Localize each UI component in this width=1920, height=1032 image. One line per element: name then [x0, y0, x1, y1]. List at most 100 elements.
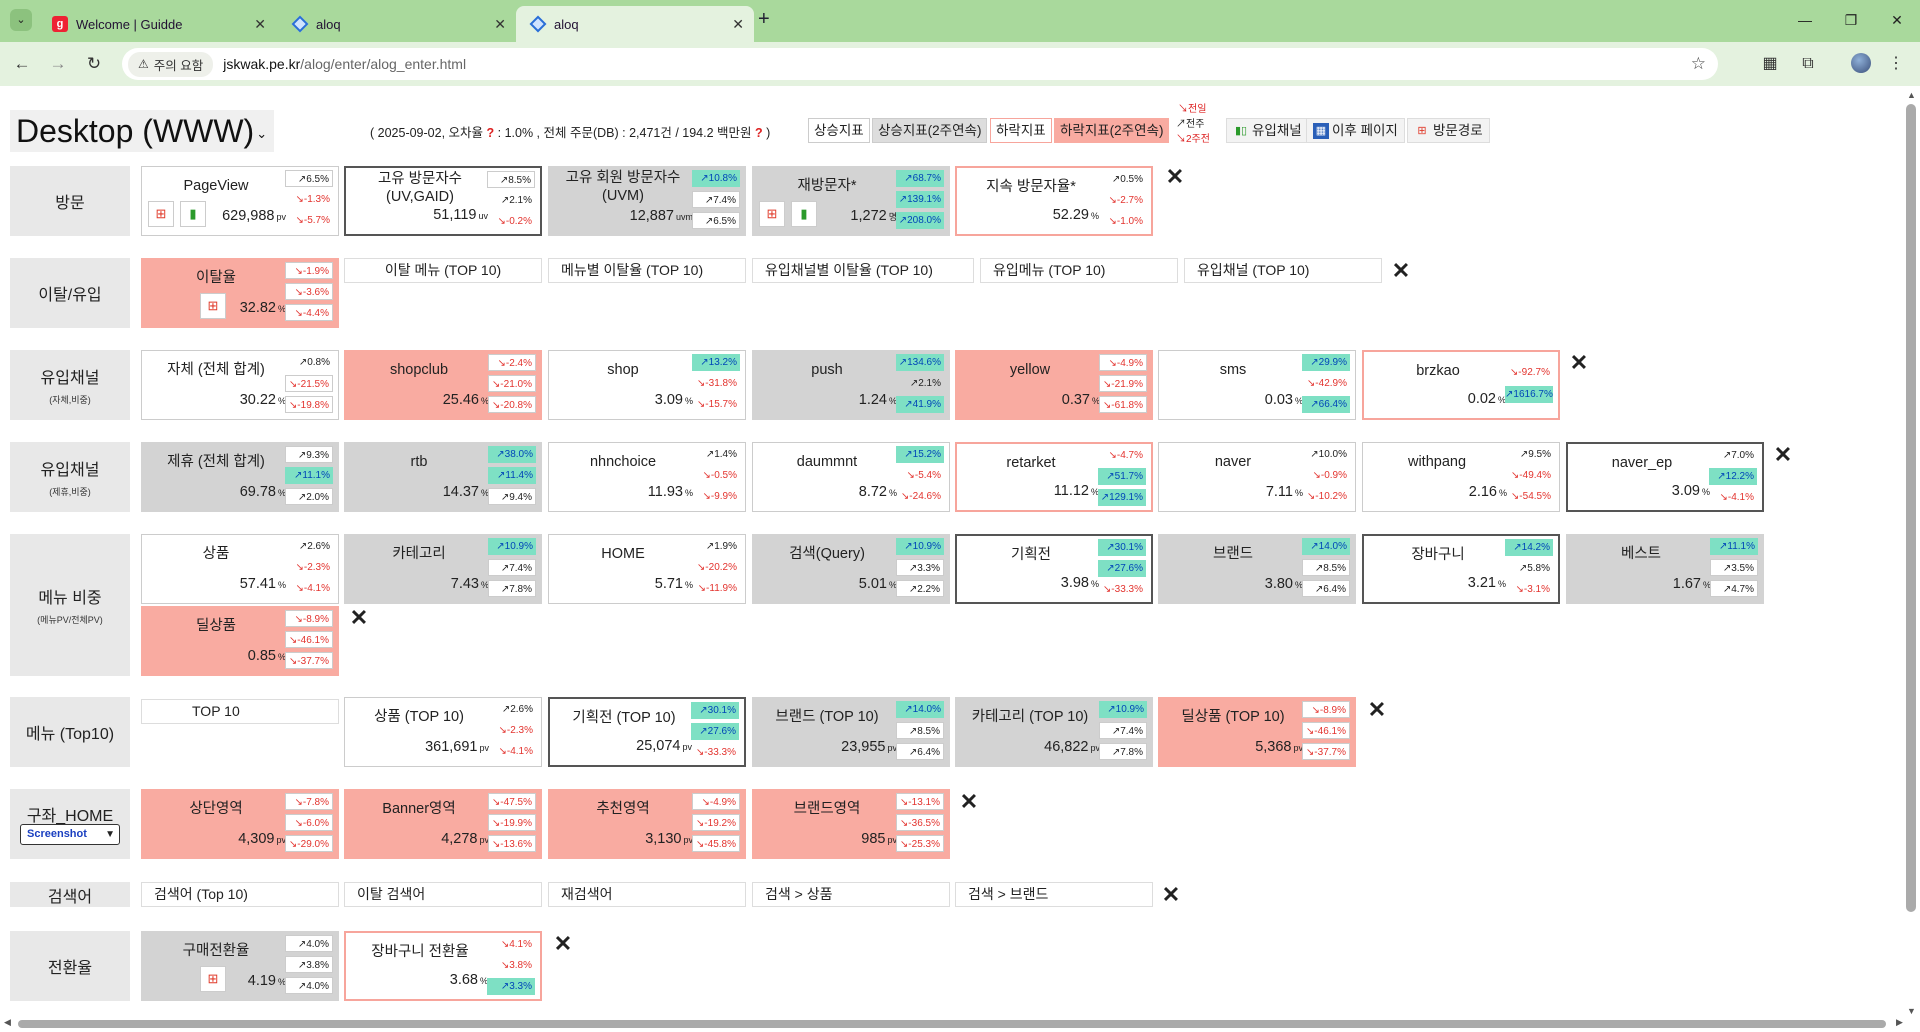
filter-rising[interactable]: 상승지표 [808, 118, 870, 143]
tab-guidde[interactable]: g Welcome | Guidde ✕ [38, 6, 276, 42]
metric-card[interactable]: nhnchoice 11.93% ↗1.4% ↘-0.5% ↘-9.9% [548, 442, 746, 512]
close-row-channel-self-icon[interactable]: ✕ [1568, 352, 1590, 374]
metric-card[interactable]: 장바구니 전환율 3.68% ↘4.1% ↘3.8% ↗3.3% [344, 931, 542, 1001]
close-row-menu-share-icon[interactable]: ✕ [348, 607, 370, 629]
close-tab-icon[interactable]: ✕ [494, 16, 506, 33]
page-title-select[interactable]: Desktop (WWW) ⌄ [10, 110, 274, 152]
link-search-top10[interactable]: 검색어 (Top 10) [141, 882, 339, 907]
help-icon[interactable]: ? [487, 126, 495, 140]
filter-rising-2weeks[interactable]: 상승지표(2주연속) [872, 118, 988, 143]
security-chip[interactable]: ⚠ 주의 요함 [128, 51, 214, 77]
tree-icon[interactable]: ⊞ [759, 201, 785, 227]
forward-icon[interactable]: → [46, 52, 70, 76]
inflow-channel-button[interactable]: ▮▯ 유입채널 [1226, 118, 1309, 143]
metric-card[interactable]: 검색(Query) 5.01% ↗10.9% ↗3.3% ↗2.2% [752, 534, 950, 604]
scroll-right-icon[interactable]: ▶ [1896, 1017, 1903, 1028]
close-row-channel-partner-icon[interactable]: ✕ [1772, 444, 1794, 466]
profile-avatar[interactable] [1851, 53, 1871, 73]
new-tab-button[interactable]: + [758, 8, 770, 31]
metric-card[interactable]: 제휴 (전체 합계) 69.78% ↗9.3% ↗11.1% ↗2.0% [141, 442, 339, 512]
scroll-up-icon[interactable]: ▲ [1907, 90, 1916, 100]
screenshot-select[interactable]: Screenshot ▼ [20, 824, 120, 845]
tree-icon[interactable]: ⊞ [148, 201, 174, 227]
filter-falling-2weeks[interactable]: 하락지표(2주연속) [1054, 118, 1170, 143]
metric-card[interactable]: shopclub 25.46% ↘-2.4% ↘-21.0% ↘-20.8% [344, 350, 542, 420]
scroll-left-icon[interactable]: ◀ [4, 1017, 11, 1028]
metric-card[interactable]: yellow 0.37% ↘-4.9% ↘-21.9% ↘-61.8% [955, 350, 1153, 420]
close-row-visit-icon[interactable]: ✕ [1164, 166, 1186, 188]
metric-card[interactable]: 상단영역 4,309 pv ↘-7.8% ↘-6.0% ↘-29.0% [141, 789, 339, 859]
metric-card[interactable]: PageView 629,988 pv ↗6.5% ↘-1.3% ↘-5.7% ⊞ ▮ [141, 166, 339, 236]
help-icon[interactable]: ? [755, 126, 763, 140]
metric-card[interactable]: Banner영역 4,278 pv ↘-47.5% ↘-19.9% ↘-13.6% [344, 789, 542, 859]
link-bounce-by-menu[interactable]: 메뉴별 이탈율 (TOP 10) [548, 258, 746, 283]
qr-code-icon[interactable]: ▦ [1758, 52, 1782, 76]
minimize-icon[interactable]: — [1782, 6, 1828, 34]
next-page-button[interactable]: ▦ 이후 페이지 [1306, 118, 1405, 143]
reload-icon[interactable]: ↻ [82, 52, 106, 76]
metric-card[interactable]: 브랜드 (TOP 10) 23,955 pv ↗14.0% ↗8.5% ↗6.4% [752, 697, 950, 767]
filter-falling[interactable]: 하락지표 [990, 118, 1052, 143]
metric-card[interactable]: 고유 방문자수 (UV,GAID) 51,119 uv ↗8.5% ↗2.1% ↘-0.2… [344, 166, 542, 236]
metric-card[interactable]: 자체 (전체 합계) 30.22% ↗0.8% ↘-21.5% ↘-19.8% [141, 350, 339, 420]
tab-search-button[interactable]: ⌄ [10, 9, 32, 31]
metric-card[interactable]: shop 3.09% ↗13.2% ↘-31.8% ↘-15.7% [548, 350, 746, 420]
metric-card[interactable]: 카테고리 (TOP 10) 46,822 pv ↗10.9% ↗7.4% ↗7.8% [955, 697, 1153, 767]
metric-card[interactable]: 브랜드 3.80% ↗14.0% ↗8.5% ↗6.4% [1158, 534, 1356, 604]
metric-card[interactable]: naver_ep 3.09% ↗7.0% ↗12.2% ↘-4.1% [1566, 442, 1764, 512]
tree-icon[interactable]: ⊞ [200, 293, 226, 319]
vertical-scrollbar[interactable] [1906, 104, 1916, 912]
tab-aloq-1[interactable]: aloq ✕ [278, 6, 516, 42]
extensions-icon[interactable]: ⧉ [1796, 52, 1820, 76]
tab-aloq-2[interactable]: aloq ✕ [516, 6, 754, 42]
metric-card[interactable]: 베스트 1.67% ↗11.1% ↗3.5% ↗4.7% [1566, 534, 1764, 604]
metric-card[interactable]: push 1.24% ↗134.6% ↗2.1% ↗41.9% [752, 350, 950, 420]
link-inflow-channel[interactable]: 유입채널 (TOP 10) [1184, 258, 1382, 283]
link-research[interactable]: 재검색어 [548, 882, 746, 907]
bookmark-star-icon[interactable]: ☆ [1691, 54, 1706, 74]
metric-card[interactable]: naver 7.11% ↗10.0% ↘-0.9% ↘-10.2% [1158, 442, 1356, 512]
metric-card[interactable]: 지속 방문자율* 52.29% ↗0.5% ↘-2.7% ↘-1.0% [955, 166, 1153, 236]
close-row-bounce-icon[interactable]: ✕ [1390, 260, 1412, 282]
metric-card[interactable]: 기획전 3.98% ↗30.1% ↗27.6% ↘-33.3% [955, 534, 1153, 604]
close-row-conversion-icon[interactable]: ✕ [552, 933, 574, 955]
link-bounce-by-channel[interactable]: 유입채널별 이탈율 (TOP 10) [752, 258, 974, 283]
link-bounce-menu[interactable]: 이탈 메뉴 (TOP 10) [344, 258, 542, 283]
visit-path-button[interactable]: ⊞ 방문경로 [1407, 118, 1490, 143]
metric-card[interactable]: 재방문자* 1,272 명 ↗68.7% ↗139.1% ↗208.0% ⊞ ▮ [752, 166, 950, 236]
metric-card[interactable]: 고유 회원 방문자수 (UVM) 12,887 uvm ↗10.8% ↗7.4% ↗6.5… [548, 166, 746, 236]
metric-card[interactable]: 상품 57.41% ↗2.6% ↘-2.3% ↘-4.1% [141, 534, 339, 604]
metric-card[interactable]: rtb 14.37% ↗38.0% ↗11.4% ↗9.4% [344, 442, 542, 512]
back-icon[interactable]: ← [10, 52, 34, 76]
metric-card[interactable]: brzkao 0.02% ↘-92.7% ↗1616.7% [1362, 350, 1560, 420]
scroll-down-icon[interactable]: ▼ [1907, 1006, 1916, 1016]
metric-card[interactable]: withpang 2.16% ↗9.5% ↘-49.4% ↘-54.5% [1362, 442, 1560, 512]
link-inflow-menu[interactable]: 유입메뉴 (TOP 10) [980, 258, 1178, 283]
link-bounce-search[interactable]: 이탈 검색어 [344, 882, 542, 907]
link-top10[interactable]: TOP 10 [141, 699, 339, 724]
address-bar[interactable]: ⚠ 주의 요함 jskwak.pe.kr/alog/enter/alog_ente… [122, 48, 1718, 80]
close-row-menu-top-icon[interactable]: ✕ [1366, 699, 1388, 721]
metric-card[interactable]: 기획전 (TOP 10) 25,074 pv ↗30.1% ↗27.6% ↘-33.3% [548, 697, 746, 767]
link-search-brand[interactable]: 검색 > 브랜드 [955, 882, 1153, 907]
close-window-icon[interactable]: ✕ [1874, 6, 1920, 34]
tree-icon[interactable]: ⊞ [200, 966, 226, 992]
link-search-product[interactable]: 검색 > 상품 [752, 882, 950, 907]
menu-dots-icon[interactable]: ⋮ [1884, 52, 1908, 76]
chart-icon[interactable]: ▮ [180, 201, 206, 227]
metric-card[interactable]: daummnt 8.72% ↗15.2% ↘-5.4% ↘-24.6% [752, 442, 950, 512]
metric-card[interactable]: 상품 (TOP 10) 361,691 pv ↗2.6% ↘-2.3% ↘-4.1% [344, 697, 542, 767]
metric-card[interactable]: 이탈율 32.82% ↘-1.9% ↘-3.6% ↘-4.4% ⊞ [141, 258, 339, 328]
metric-card[interactable]: retarket 11.12% ↘-4.7% ↗51.7% ↗129.1% [955, 442, 1153, 512]
close-row-home-icon[interactable]: ✕ [958, 791, 980, 813]
horizontal-scrollbar[interactable] [18, 1020, 1886, 1028]
metric-card[interactable]: sms 0.03% ↗29.9% ↘-42.9% ↗66.4% [1158, 350, 1356, 420]
close-tab-icon[interactable]: ✕ [254, 16, 266, 33]
close-row-search-icon[interactable]: ✕ [1160, 884, 1182, 906]
metric-card[interactable]: 딜상품 (TOP 10) 5,368 pv ↘-8.9% ↘-46.1% ↘-37.7% [1158, 697, 1356, 767]
metric-card[interactable]: 장바구니 3.21% ↗14.2% ↗5.8% ↘-3.1% [1362, 534, 1560, 604]
chart-icon[interactable]: ▮ [791, 201, 817, 227]
restore-icon[interactable]: ❐ [1828, 6, 1874, 34]
close-tab-icon[interactable]: ✕ [732, 16, 744, 33]
metric-card[interactable]: 구매전환율 4.19% ↗4.0% ↗3.8% ↗4.0% ⊞ [141, 931, 339, 1001]
